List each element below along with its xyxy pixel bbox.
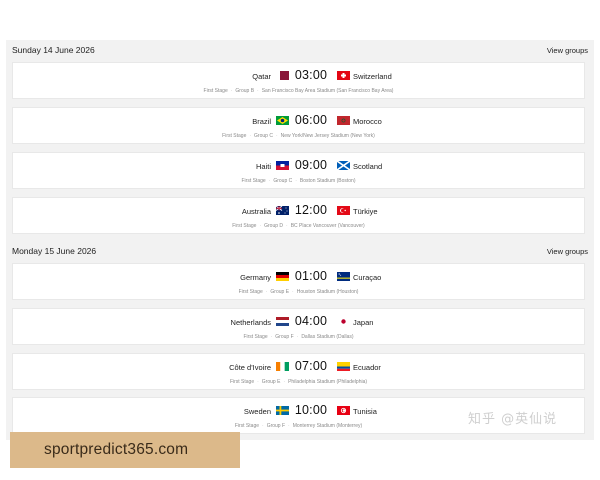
match-meta: First Stage · Group B · San Francisco Bay Ar… [203, 88, 394, 94]
venue-label: Dallas Stadium (Dallas) [301, 334, 354, 340]
curacao-flag [337, 272, 350, 281]
match-card[interactable]: Brazil 06:00 Morocco First Stage · Group C… [12, 107, 585, 144]
away-team: Morocco [353, 117, 382, 126]
ecuador-flag [337, 362, 350, 371]
match-meta: First Stage · Group D · BC Place Vancouver (… [232, 223, 365, 229]
venue-label: Philadelphia Stadium (Philadelphia) [288, 379, 368, 385]
kickoff-time: 01:00 [294, 269, 328, 283]
group-label: Group C [254, 133, 273, 139]
home-team: Haiti [255, 162, 271, 171]
morocco-flag [337, 116, 350, 125]
group-label: Group D [264, 223, 284, 229]
day-header: Sunday 14 June 2026 View groups [12, 43, 588, 57]
group-label: Group F [266, 423, 286, 429]
away-team: Scotland [353, 162, 383, 171]
venue-label: BC Place Vancouver (Vancouver) [290, 223, 365, 229]
stage-label: First Stage [238, 289, 263, 295]
stage-label: First Stage [241, 178, 266, 184]
match-meta: First Stage · Group F · Dallas Stadium (Dall… [243, 334, 354, 340]
kickoff-time: 03:00 [294, 68, 328, 82]
japan-flag [337, 317, 350, 326]
match-card[interactable]: Australia 12:00 Türkiye First Stage · Grou… [12, 197, 585, 234]
match-card[interactable]: Netherlands 04:00 Japan First Stage · Grou… [12, 308, 585, 345]
match-card[interactable]: Haiti 09:00 Scotland First Stage · Group C… [12, 152, 585, 189]
venue-label: New York/New Jersey Stadium (New York) [280, 133, 375, 139]
group-label: Group F [275, 334, 294, 340]
match-meta: First Stage · Group C · New York/New Jersey … [222, 133, 375, 139]
kickoff-time: 04:00 [294, 314, 328, 328]
stage-label: First Stage [229, 379, 255, 385]
view-groups-link[interactable]: View groups [547, 46, 588, 55]
group-label: Group E [261, 379, 281, 385]
away-team: Curaçao [353, 273, 382, 282]
kickoff-time: 12:00 [294, 203, 328, 217]
group-label: Group E [270, 289, 290, 295]
stage-label: First Stage [234, 423, 260, 429]
away-team: Ecuador [353, 363, 381, 372]
away-team: Japan [353, 318, 374, 327]
stage-label: First Stage [243, 334, 268, 340]
venue-label: Boston Stadium (Boston) [299, 178, 356, 184]
switzerland-flag [337, 71, 350, 80]
home-team: Netherlands [230, 318, 271, 327]
stage-label: First Stage [232, 223, 257, 229]
away-team: Switzerland [353, 72, 392, 81]
zhihu-watermark: 知乎 @英仙说 [468, 412, 558, 427]
venue-label: San Francisco Bay Area Stadium (San Fran… [261, 88, 394, 94]
turkiye-flag [337, 206, 350, 215]
venue-label: Houston Stadium (Houston) [296, 289, 359, 295]
day-date: Sunday 14 June 2026 [12, 45, 95, 55]
match-meta: First Stage · Group E · Houston Stadium (Hou… [238, 289, 359, 295]
day-header: Monday 15 June 2026 View groups [12, 244, 588, 258]
kickoff-time: 06:00 [294, 113, 328, 127]
promo-banner[interactable]: sportpredict365.com [10, 432, 240, 468]
match-meta: First Stage · Group C · Boston Stadium (Bost… [241, 178, 356, 184]
home-team: Qatar [252, 72, 271, 81]
match-card[interactable]: Côte d'Ivoire 07:00 Ecuador First Stage ·… [12, 353, 585, 390]
home-team: Brazil [252, 117, 271, 126]
stage-label: First Stage [222, 133, 247, 139]
match-card[interactable]: Qatar 03:00 Switzerland First Stage · Grou… [12, 62, 585, 99]
group-label: Group C [273, 178, 293, 184]
match-card[interactable]: Germany 01:00 Curaçao First Stage · Group … [12, 263, 585, 300]
away-team: Türkiye [353, 207, 378, 216]
scotland-flag [337, 161, 350, 170]
match-meta: First Stage · Group E · Philadelphia Stadium… [229, 379, 368, 385]
kickoff-time: 07:00 [294, 359, 328, 373]
group-label: Group B [235, 88, 255, 94]
home-team: Germany [240, 273, 271, 282]
home-team: Australia [241, 207, 271, 216]
kickoff-time: 10:00 [294, 403, 328, 417]
tunisia-flag [337, 406, 350, 415]
stage-label: First Stage [203, 88, 228, 94]
home-team: Côte d'Ivoire [229, 363, 271, 372]
kickoff-time: 09:00 [294, 158, 328, 172]
day-date: Monday 15 June 2026 [12, 246, 97, 256]
view-groups-link[interactable]: View groups [547, 247, 588, 256]
venue-label: Monterrey Stadium (Monterrey) [292, 423, 363, 429]
promo-text: sportpredict365.com [44, 441, 189, 458]
home-team: Sweden [243, 407, 271, 416]
